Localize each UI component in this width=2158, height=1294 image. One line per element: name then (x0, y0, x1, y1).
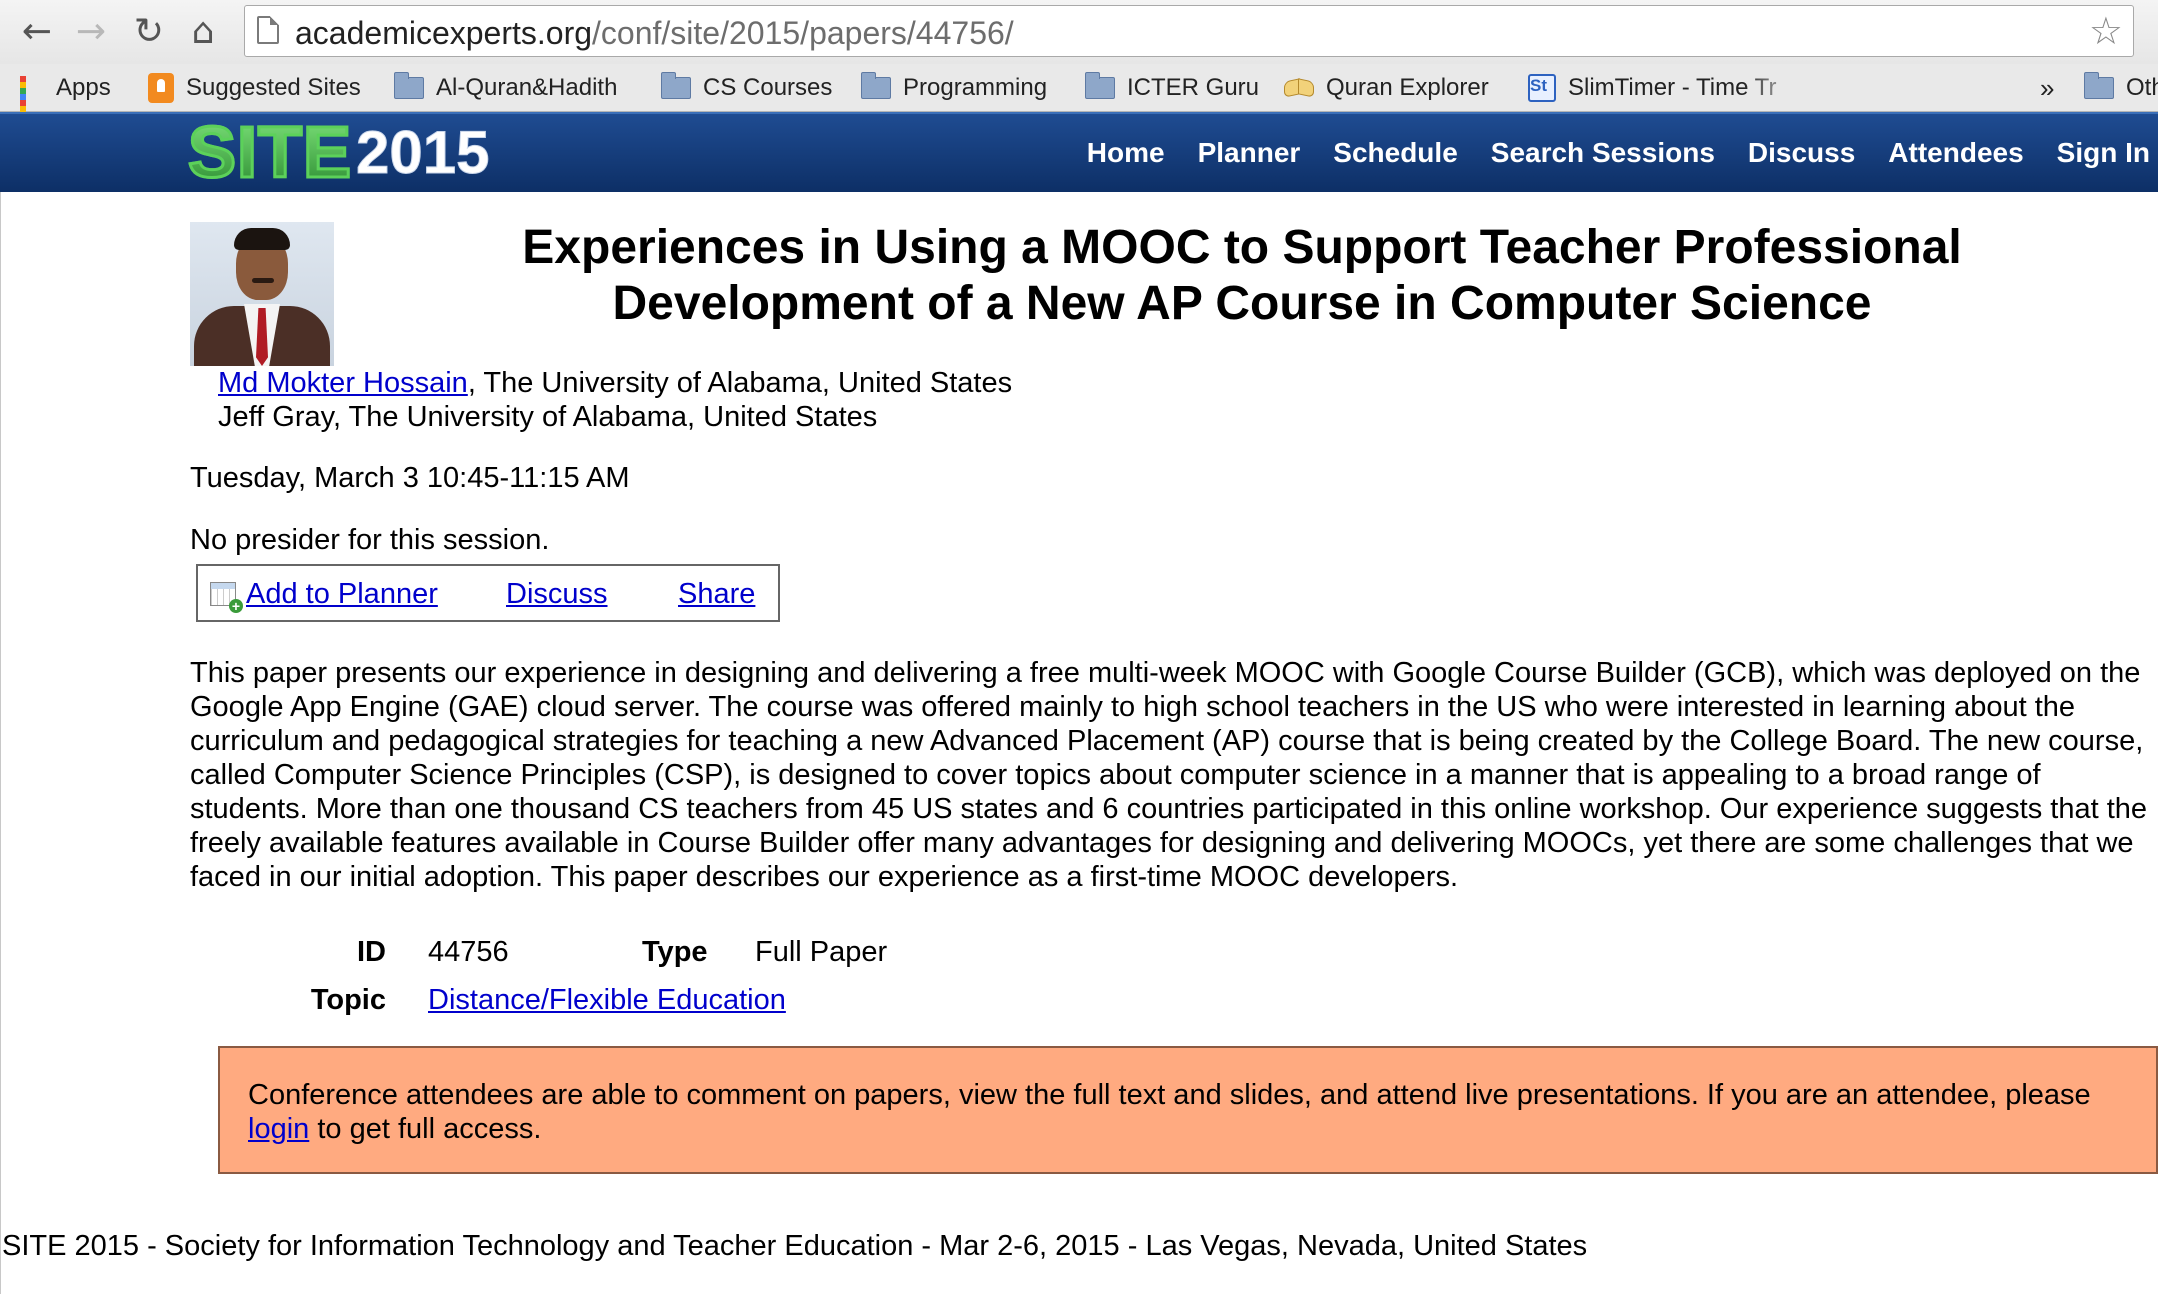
id-label: ID (357, 936, 386, 968)
site-header: SITE 2015 Home Planner Schedule Search S… (0, 112, 2158, 192)
login-link[interactable]: login (248, 1113, 309, 1145)
url-path: /conf/site/2015/papers/44756/ (592, 15, 1014, 51)
bookmark-other[interactable]: Oth (2084, 70, 2158, 106)
bookmark-al-quran-hadith[interactable]: Al-Quran&Hadith (394, 70, 617, 106)
topic-link[interactable]: Distance/Flexible Education (428, 984, 786, 1017)
author-affiliation: , The University of Alabama, United Stat… (332, 401, 878, 433)
bookmark-label: Apps (56, 74, 111, 101)
bookmark-icter-guru[interactable]: ICTER Guru (1085, 70, 1259, 106)
apps-grid-icon (20, 76, 44, 130)
site-footer: SITE 2015 - Society for Information Tech… (2, 1230, 1588, 1262)
notice-text-end: to get full access. (309, 1113, 542, 1145)
page-icon (257, 16, 279, 44)
nav-attendees[interactable]: Attendees (1888, 137, 2023, 169)
site-nav: Home Planner Schedule Search Sessions Di… (1054, 114, 2158, 192)
paper-title: Experiences in Using a MOOC to Support T… (350, 220, 2134, 332)
attendee-notice: Conference attendees are able to comment… (218, 1046, 2158, 1174)
logo-site-text: SITE (186, 113, 353, 193)
star-outline-icon[interactable]: ☆ (2089, 9, 2123, 53)
paper-title-line-1: Experiences in Using a MOOC to Support T… (522, 221, 1962, 274)
calendar-add-icon[interactable] (210, 582, 243, 613)
nav-sign-in[interactable]: Sign In (2057, 137, 2150, 169)
bookmark-label: ICTER Guru (1127, 74, 1260, 101)
nav-schedule[interactable]: Schedule (1333, 137, 1457, 169)
id-value: 44756 (428, 936, 509, 968)
folder-icon (2084, 72, 2114, 99)
folder-icon (1085, 72, 1115, 99)
slimtimer-icon: St (1528, 74, 1556, 102)
open-book-icon (1284, 78, 1314, 98)
type-label: Type (642, 936, 708, 968)
bookmark-label: Programming (903, 74, 1048, 101)
notice-text: Conference attendees are able to comment… (248, 1079, 2091, 1111)
nav-home[interactable]: Home (1087, 137, 1165, 169)
author-name: Jeff Gray (218, 401, 333, 433)
bookmarks-overflow-button[interactable]: » (2040, 70, 2054, 106)
author-photo (190, 222, 334, 366)
paper-action-bar: Add to Planner Discuss Share (196, 564, 780, 622)
author-row: Jeff Gray, The University of Alabama, Un… (218, 400, 1012, 434)
bookmark-programming[interactable]: Programming (861, 70, 1047, 106)
back-arrow-icon[interactable]: ← (14, 8, 60, 54)
photo-mustache (252, 278, 274, 283)
folder-icon (661, 72, 691, 99)
bookmark-label: SlimTimer - Time Tr (1568, 74, 1777, 101)
share-link[interactable]: Share (678, 578, 755, 611)
bookmark-apps[interactable]: Apps (20, 70, 111, 130)
presider-note: No presider for this session. (190, 524, 550, 556)
folder-icon (861, 72, 891, 99)
discuss-link[interactable]: Discuss (506, 578, 608, 611)
address-bar[interactable]: academicexperts.org/conf/site/2015/paper… (244, 5, 2134, 57)
paper-abstract: This paper presents our experience in de… (190, 657, 2148, 893)
bookmark-label: Oth (2126, 74, 2158, 101)
author-row: Md Mokter Hossain, The University of Ala… (218, 366, 1012, 400)
url-host: academicexperts.org (295, 15, 593, 51)
session-time: Tuesday, March 3 10:45-11:15 AM (190, 462, 630, 494)
bookmark-cs-courses[interactable]: CS Courses (661, 70, 832, 106)
site-logo[interactable]: SITE 2015 (186, 113, 490, 193)
home-icon[interactable]: ⌂ (180, 8, 226, 54)
suggested-sites-icon (148, 73, 174, 103)
author-affiliation: , The University of Alabama, United Stat… (467, 367, 1013, 399)
author-list: Md Mokter Hossain, The University of Ala… (218, 366, 1012, 434)
reload-icon[interactable]: ↻ (126, 8, 172, 54)
add-to-planner-link[interactable]: Add to Planner (246, 578, 438, 611)
forward-arrow-icon[interactable]: → (68, 8, 114, 54)
browser-toolbar: ← → ↻ ⌂ academicexperts.org/conf/site/20… (0, 0, 2158, 64)
author-link[interactable]: Md Mokter Hossain (218, 367, 468, 399)
nav-planner[interactable]: Planner (1198, 137, 1301, 169)
page-divider (0, 192, 1, 1294)
bookmark-quran-explorer[interactable]: Quran Explorer (1284, 70, 1489, 106)
bookmark-label: Quran Explorer (1326, 74, 1489, 101)
bookmark-suggested-sites[interactable]: Suggested Sites (148, 70, 361, 106)
photo-hair (234, 228, 290, 250)
bookmark-label: CS Courses (703, 74, 833, 101)
bookmark-label: Al-Quran&Hadith (436, 74, 618, 101)
bookmark-slimtimer[interactable]: St SlimTimer - Time Tr (1528, 70, 1804, 106)
type-value: Full Paper (755, 936, 888, 968)
paper-title-line-2: Development of a New AP Course in Comput… (612, 277, 1872, 330)
logo-year-text: 2015 (356, 119, 490, 186)
bookmarks-bar: Apps Suggested Sites Al-Quran&Hadith CS … (0, 64, 2158, 130)
bookmark-label: Suggested Sites (186, 74, 361, 101)
folder-icon (394, 72, 424, 99)
nav-search-sessions[interactable]: Search Sessions (1491, 137, 1715, 169)
topic-label: Topic (310, 984, 386, 1016)
nav-discuss[interactable]: Discuss (1748, 137, 1855, 169)
address-bar-url[interactable]: academicexperts.org/conf/site/2015/paper… (295, 15, 1014, 52)
